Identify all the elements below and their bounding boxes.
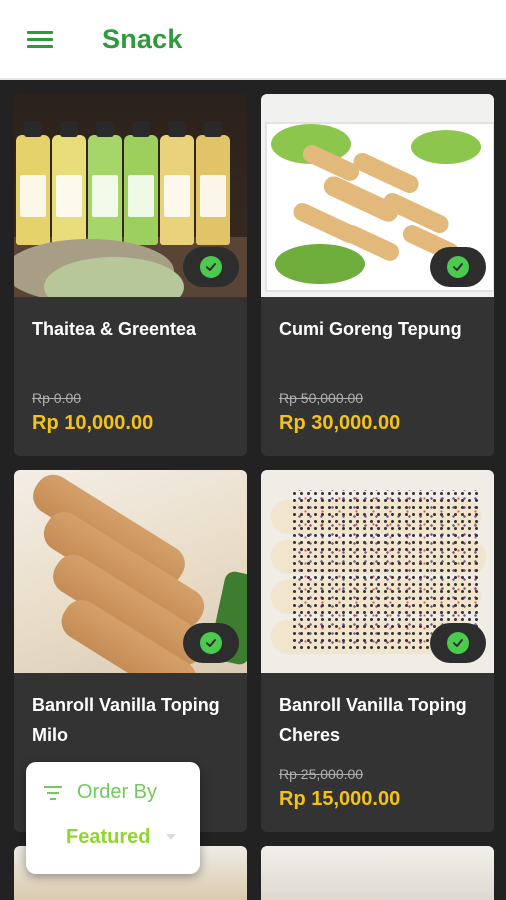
- check-circle-icon: [447, 256, 469, 278]
- check-circle-icon: [200, 632, 222, 654]
- chevron-down-icon[interactable]: [166, 834, 176, 840]
- available-badge: [183, 247, 239, 287]
- product-image: [14, 94, 247, 297]
- product-price: Rp 30,000.00: [279, 412, 401, 434]
- product-image: [261, 470, 494, 673]
- product-image: [14, 470, 247, 673]
- product-card[interactable]: Banroll Vanilla Toping Cheres Rp 25,000.…: [261, 470, 494, 832]
- app-bar: Snack: [0, 0, 506, 80]
- product-original-price: Rp 25,000.00: [279, 766, 364, 782]
- available-badge: [183, 623, 239, 663]
- check-circle-icon: [200, 256, 222, 278]
- hamburger-menu-icon[interactable]: [22, 26, 58, 54]
- check-circle-icon: [447, 632, 469, 654]
- product-price: Rp 10,000.00: [32, 412, 154, 434]
- available-badge: [430, 247, 486, 287]
- product-original-price: Rp 0.00: [32, 390, 82, 406]
- order-by-value[interactable]: Featured: [66, 826, 150, 849]
- product-card[interactable]: Cumi Goreng Tepung Rp 50,000.00 Rp 30,00…: [261, 94, 494, 456]
- product-name: Banroll Vanilla Toping Milo: [32, 695, 220, 745]
- product-image: [261, 94, 494, 297]
- product-price: Rp 15,000.00: [279, 788, 401, 810]
- product-original-price: Rp 50,000.00: [279, 390, 364, 406]
- order-by-label: Order By: [77, 781, 158, 803]
- product-card[interactable]: Thaitea & Greentea Rp 0.00 Rp 10,000.00: [14, 94, 247, 456]
- product-name: Cumi Goreng Tepung: [279, 319, 462, 339]
- filter-list-icon: [44, 786, 66, 802]
- page-title: Snack: [102, 24, 183, 54]
- product-name: Banroll Vanilla Toping Cheres: [279, 695, 467, 745]
- product-image: [261, 846, 494, 900]
- product-card[interactable]: [261, 846, 494, 900]
- order-by-selector[interactable]: Order By Featured: [26, 762, 200, 874]
- available-badge: [430, 623, 486, 663]
- product-name: Thaitea & Greentea: [32, 319, 197, 339]
